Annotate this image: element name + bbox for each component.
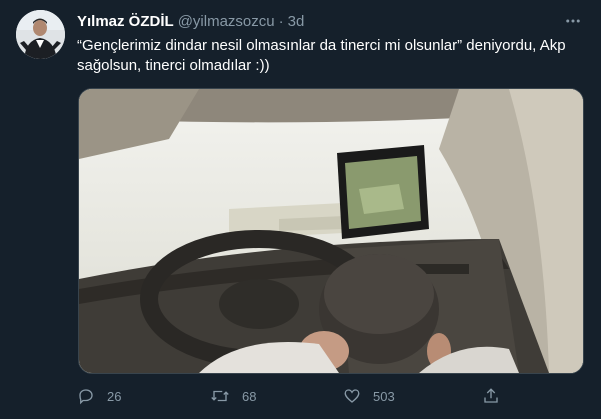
tweet-header: Yılmaz ÖZDİL @yilmazsozcu · 3d <box>77 10 585 32</box>
retweet-icon <box>210 387 230 405</box>
retweet-button[interactable]: 68 <box>210 384 256 408</box>
reply-button[interactable]: 26 <box>77 384 121 408</box>
tweet[interactable]: Yılmaz ÖZDİL @yilmazsozcu · 3d “Gençleri… <box>0 0 601 419</box>
author-name[interactable]: Yılmaz ÖZDİL <box>77 13 174 30</box>
heart-icon <box>343 387 361 405</box>
separator: · <box>278 12 284 30</box>
more-horizontal-icon[interactable] <box>561 10 585 32</box>
share-button[interactable] <box>482 384 500 408</box>
tweet-actions: 26 68 503 <box>77 384 507 408</box>
like-count: 503 <box>373 388 395 404</box>
like-button[interactable]: 503 <box>343 384 395 408</box>
reply-count: 26 <box>107 388 122 404</box>
author-avatar[interactable] <box>16 10 65 59</box>
share-icon <box>482 387 500 405</box>
retweet-count: 68 <box>242 388 257 404</box>
author-handle[interactable]: @yilmazsozcu <box>178 13 275 30</box>
tweet-content: Yılmaz ÖZDİL @yilmazsozcu · 3d “Gençleri… <box>77 10 585 76</box>
tweet-time[interactable]: 3d <box>288 13 305 30</box>
tweet-text: “Gençlerimiz dindar nesil olmasınlar da … <box>77 37 566 74</box>
reply-icon <box>77 387 95 405</box>
tweet-media-video[interactable] <box>78 88 584 374</box>
